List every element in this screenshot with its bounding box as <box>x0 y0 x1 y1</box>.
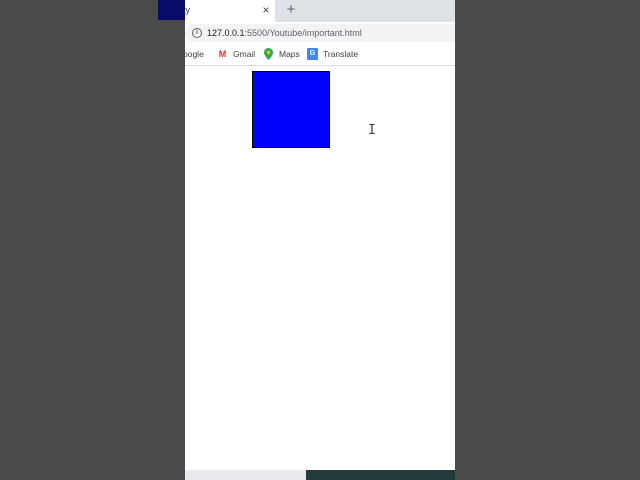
address-bar[interactable]: i 127.0.0.1:5500/Youtube/important.html <box>185 24 455 42</box>
new-tab-button[interactable]: + <box>283 2 299 18</box>
url-text[interactable]: 127.0.0.1:5500/Youtube/important.html <box>207 28 362 38</box>
bookmark-label: oogle <box>185 49 204 59</box>
bookmark-maps[interactable]: Maps <box>263 48 300 60</box>
browser-window: ty × + i 127.0.0.1:5500/Youtube/importan… <box>185 0 455 480</box>
close-tab-icon[interactable]: × <box>259 3 273 17</box>
tab-strip: ty × + <box>185 0 455 22</box>
text-cursor-icon: I <box>368 123 376 138</box>
bookmark-label: Translate <box>323 49 359 59</box>
maps-pin-icon <box>263 48 274 60</box>
bottom-dark-panel <box>306 470 455 480</box>
browser-toolbar: i 127.0.0.1:5500/Youtube/important.html <box>185 22 455 44</box>
url-host: 127.0.0.1 <box>207 28 245 38</box>
bottom-bar <box>185 470 455 480</box>
info-icon[interactable]: i <box>192 28 202 38</box>
bookmarks-bar: oogle M Gmail Maps G Translate <box>185 44 455 66</box>
background-window-tile <box>158 0 185 20</box>
bookmark-gmail[interactable]: M Gmail <box>217 48 255 60</box>
blue-box <box>252 71 330 148</box>
page-content: I <box>185 66 455 470</box>
bookmark-translate[interactable]: G Translate <box>307 48 358 60</box>
gmail-icon: M <box>218 49 227 59</box>
bookmark-google[interactable]: oogle <box>185 48 204 60</box>
bookmark-label: Maps <box>279 49 300 59</box>
url-path: :5500/Youtube/important.html <box>244 28 362 38</box>
tab-active[interactable]: ty × <box>185 0 275 22</box>
tab-title: ty <box>185 5 191 15</box>
bookmark-label: Gmail <box>233 49 256 59</box>
translate-icon: G <box>307 48 318 60</box>
